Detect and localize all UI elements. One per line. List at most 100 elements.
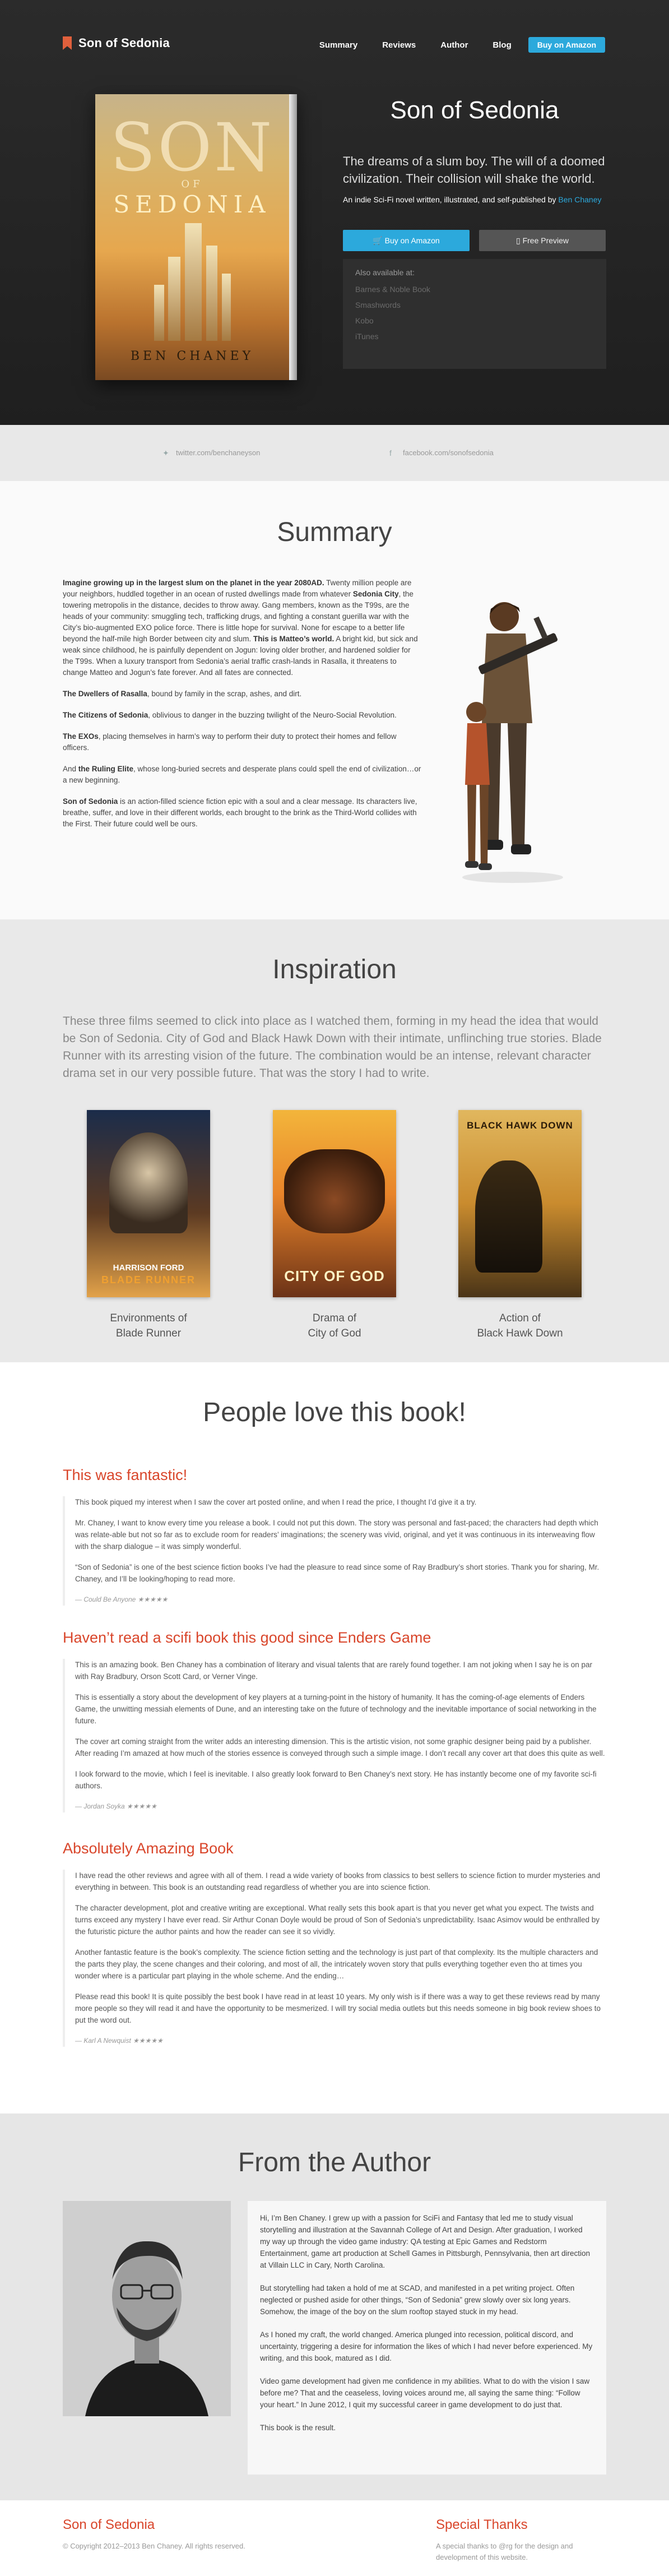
review-paragraph: “Son of Sedonia” is one of the best scie… [75,1563,600,1583]
summary-bold: The EXOs [63,732,99,741]
review-author: — Karl A Newquist ★★★★★ [75,2037,163,2045]
film-card-black-hawk-down: BLACK HAWK DOWN Action of Black Hawk Dow… [458,1110,582,1341]
hero-subtext: An indie Sci-Fi novel written, illustrat… [343,194,606,206]
summary-bold: Son of Sedonia [63,797,118,806]
nav-link-reviews[interactable]: Reviews [382,40,416,50]
blade-runner-poster: HARRISON FORD BLADE RUNNER [87,1110,210,1297]
film-caption-line1: Action of [499,1312,541,1324]
about-section: From the Author Hi, I’m Ben Chaney. I gr… [0,2113,669,2500]
summary-bold: Sedonia City [352,590,399,598]
summary-text-span: , oblivious to danger in the buzzing twi… [148,711,397,719]
hero-subtext-body: An indie Sci-Fi novel written, illustrat… [343,195,556,204]
review-heading: Absolutely Amazing Book [63,1840,234,1857]
social-strip: ✦ twitter.com/benchaneyson f facebook.co… [0,425,669,481]
hero-section: Son of Sedonia Summary Reviews Author Bl… [0,0,669,425]
film-caption-line2: Blade Runner [115,1328,182,1339]
author-link[interactable]: Ben Chaney [558,195,601,204]
film-card-blade-runner: HARRISON FORD BLADE RUNNER Environments … [87,1110,210,1341]
summary-bold: The Dwellers of Rasalla [63,690,147,698]
review-card: This was fantastic! This book piqued my … [63,1467,606,1606]
logo-text: Son of Sedonia [78,36,170,50]
preview-button-label: Free Preview [522,236,569,245]
about-paragraph: But storytelling had taken a hold of me … [260,2284,575,2316]
hero-tagline: The dreams of a slum boy. The will of a … [343,154,605,186]
summary-paragraph: The EXOs, placing themselves in harm’s w… [63,731,421,753]
cover-author: BEN CHANEY [130,349,254,363]
footer-title: Son of Sedonia [63,2517,155,2532]
twitter-icon: ✦ [162,448,169,457]
site-footer: Son of Sedonia © Copyright 2012–2013 Ben… [0,2500,669,2576]
special-thanks-line: development of this website. [436,2553,528,2561]
summary-bold: The Citizens of Sedonia [63,711,148,719]
review-paragraph: Mr. Chaney, I want to know every time yo… [75,1519,598,1551]
summary-title: Summary [277,517,392,547]
film-caption-line2: Black Hawk Down [477,1328,563,1339]
available-item[interactable]: Kobo [355,313,594,329]
facebook-icon: f [389,448,392,457]
special-thanks-line: A special thanks to @rg for the design a… [436,2542,573,2550]
review-paragraph: I look forward to the movie, which I fee… [75,1770,597,1790]
cart-icon: 🛒 [373,236,385,245]
document-icon: ▯ [515,236,523,245]
nav-buy-button[interactable]: Buy on Amazon [528,37,605,53]
facebook-link[interactable]: f facebook.com/sonofsedonia [389,448,494,457]
summary-paragraph: Son of Sedonia is an action-filled scien… [63,796,421,830]
reviews-title: People love this book! [203,1398,466,1427]
film-caption-line1: Drama of [312,1312,357,1324]
poster-actor: HARRISON FORD [113,1263,184,1273]
film-caption: Environments of Blade Runner [87,1311,210,1341]
inspiration-section: Inspiration These three films seemed to … [0,919,669,1362]
about-title: From the Author [238,2148,431,2177]
available-item[interactable]: iTunes [355,329,594,344]
footer-copyright: © Copyright 2012–2013 Ben Chaney. All ri… [63,2542,245,2550]
summary-paragraph: Imagine growing up in the largest slum o… [63,577,421,678]
inspiration-text: These three films seemed to click into p… [63,1015,602,1080]
review-paragraph: The character development, plot and crea… [75,1904,600,1936]
about-paragraph: As I honed my craft, the world changed. … [260,2330,593,2362]
summary-paragraph: The Dwellers of Rasalla, bound by family… [63,688,421,700]
available-heading: Also available at: [355,268,415,277]
available-at-panel: Also available at: Barnes & Noble Book S… [343,259,606,369]
film-caption: Drama of City of God [273,1311,396,1341]
nav-link-blog[interactable]: Blog [493,40,511,50]
review-paragraph: This is an amazing book. Ben Chaney has … [75,1661,593,1681]
summary-bold: Imagine growing up in the largest slum o… [63,579,324,587]
author-portrait [63,2201,231,2416]
poster-title: BLACK HAWK DOWN [467,1120,573,1131]
about-text-box: Hi, I’m Ben Chaney. I grew up with a pas… [248,2201,606,2475]
summary-text-span: , placing themselves in harm’s way to pe… [63,732,397,752]
black-hawk-down-poster: BLACK HAWK DOWN [458,1110,582,1297]
free-preview-button[interactable]: ▯ Free Preview [479,230,606,251]
character-illustration [462,602,563,883]
poster-title: CITY OF GOD [284,1268,385,1284]
summary-bold: the Ruling Elite [78,765,134,773]
review-paragraph: The cover art coming straight from the w… [75,1737,605,1758]
buy-on-amazon-button[interactable]: 🛒 Buy on Amazon [343,230,470,251]
available-item[interactable]: Barnes & Noble Book [355,281,594,297]
review-heading: Haven’t read a scifi book this good sinc… [63,1629,431,1646]
cover-title-line2: SEDONIA [113,191,271,218]
available-item[interactable]: Smashwords [355,297,594,313]
site-logo[interactable]: Son of Sedonia [63,36,170,50]
book-spine [289,94,297,380]
nav-link-author[interactable]: Author [440,40,468,50]
film-caption: Action of Black Hawk Down [458,1311,582,1341]
film-card-city-of-god: CITY OF GOD Drama of City of God [273,1110,396,1341]
review-paragraph: Another fantastic feature is the book’s … [75,1948,598,1980]
city-of-god-poster: CITY OF GOD [273,1110,396,1297]
review-paragraph: I have read the other reviews and agree … [75,1871,601,1891]
film-caption-line1: Environments of [110,1312,187,1324]
reviews-section: People love this book! This was fantasti… [0,1362,669,2113]
twitter-link[interactable]: ✦ twitter.com/benchaneyson [162,448,260,457]
review-author: — Jordan Soyka ★★★★★ [75,1802,157,1810]
nav-link-summary[interactable]: Summary [319,40,357,50]
review-card: Haven’t read a scifi book this good sinc… [63,1629,606,1812]
summary-text-span: And [63,765,78,773]
inspiration-title: Inspiration [272,955,397,984]
review-author: — Could Be Anyone ★★★★★ [75,1595,168,1603]
summary-paragraph: And the Ruling Elite, whose long-buried … [63,764,421,786]
summary-section: Summary Imagine growing up in the larges… [0,481,669,919]
summary-bold: This is Matteo’s world. [253,635,334,643]
summary-text: Imagine growing up in the largest slum o… [63,577,421,840]
review-paragraph: Please read this book! It is quite possi… [75,1992,601,2024]
